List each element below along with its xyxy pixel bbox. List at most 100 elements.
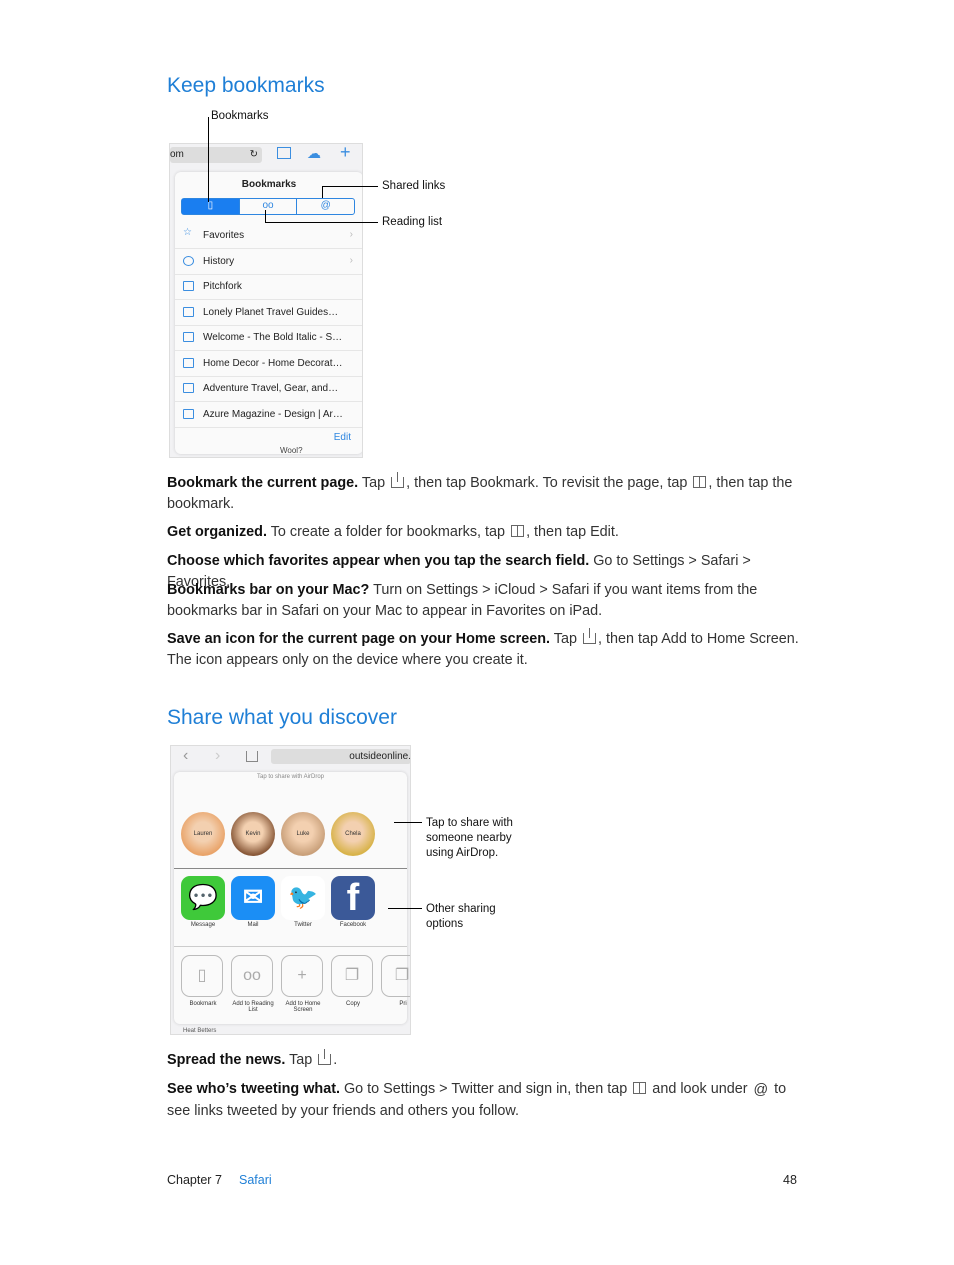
tab-shared-links[interactable]: @ [296,199,354,214]
action-label: Copy [345,1001,360,1007]
footer-section-link[interactable]: Safari [239,1173,272,1187]
action-button[interactable]: ▯ [181,955,223,997]
lead-text: Get organized. [167,524,267,540]
forward-icon: › [215,747,221,764]
bookmark-row[interactable]: Lonely Planet Travel Guides… [175,300,362,326]
chevron-right-icon: › [349,254,353,266]
facebook-app-icon[interactable]: f [331,876,375,920]
book-icon [183,357,194,368]
bookmark-label: Adventure Travel, Gear, and… [203,383,339,394]
paragraph: Spread the news. Tap . [167,1049,807,1071]
bookmark-label: Pitchfork [203,281,242,292]
bookmark-label: Favorites [203,230,245,241]
callout-line [265,210,266,222]
action-label: Bookmark [189,1001,217,1007]
share-icon [583,628,596,644]
cloud-icon: ☁ [307,145,321,161]
body-text: , then tap Edit. [526,524,619,540]
bookmark-row[interactable]: ☆ Favorites › [175,223,362,249]
callout-other-sharing: Other sharing options [426,903,496,930]
bookmark-row[interactable]: Welcome - The Bold Italic - S… [175,325,362,351]
share-icon [246,751,258,762]
person-name: Luke [296,831,310,837]
heading-keep-bookmarks: Keep bookmarks [167,74,325,97]
bookmark-label: Azure Magazine - Design | Ar… [203,408,343,420]
lead-text: Bookmark the current page. [167,475,359,491]
bookmark-row[interactable]: Home Decor - Home Decorat… [175,351,362,377]
divider [174,946,407,947]
reload-icon: ↻ [249,149,258,160]
share-screenshot: ‹ › outsideonline. Tap to share with Air… [170,745,411,1035]
paragraph: Bookmark the current page. Tap , then ta… [167,472,807,515]
lead-text: Spread the news. [167,1052,286,1068]
bookmark-label: Home Decor - Home Decorat… [203,357,343,369]
paragraph: Get organized. To create a folder for bo… [167,522,807,543]
heading-share: Share what you discover [167,706,397,729]
callout-line [394,822,422,823]
app-label: Facebook [339,922,367,928]
clock-icon [183,255,194,266]
book-icon [511,525,525,537]
book-icon [183,383,194,393]
action-button[interactable]: ❐ [331,955,373,997]
callout-line [265,222,378,223]
person-name: Lauren [193,831,213,837]
page: Keep bookmarks om ↻ ☁ + Bookmarks ▯ oo @ … [0,0,954,1265]
person-name: Chela [345,831,361,837]
airdrop-title: Tap to share with AirDrop [256,774,325,780]
callout-reading-list: Reading list [382,216,443,228]
star-icon: ☆ [183,227,192,238]
action-label: Pri [399,1001,407,1007]
body-text: . [333,1052,338,1068]
mail-app-icon[interactable]: ✉ [231,876,275,920]
plus-icon: + [340,143,351,162]
callout-airdrop: Tap to share with someone nearby using A… [426,817,513,859]
url-text: om [170,149,184,160]
action-button[interactable]: oo [231,955,273,997]
body-text: Tap [550,631,581,647]
book-icon [633,1082,647,1094]
edit-button[interactable]: Edit [334,432,351,443]
callout-line [388,908,422,909]
body-text: and look under [648,1081,752,1097]
body-text: Go to Settings > Twitter and sign in, th… [339,1081,632,1097]
action-button[interactable]: + [281,955,323,997]
book-icon [183,306,194,317]
background-text: Wool? [280,446,303,455]
bookmark-row[interactable]: Adventure Travel, Gear, and… [175,376,362,402]
app-label: Message [190,922,216,928]
book-icon [183,332,194,342]
lead-text: Bookmarks bar on your Mac? [167,582,370,598]
callout-line [322,186,323,198]
book-icon [693,476,707,488]
url-bar: outsideonline. [271,749,410,764]
paragraph: See who’s tweeting what. Go to Settings … [167,1079,807,1122]
tab-reading-list[interactable]: oo [238,199,297,214]
action-button[interactable]: ❐ [381,955,410,997]
share-icon [391,472,405,488]
body-text: To create a folder for bookmarks, tap [266,524,510,540]
app-label: Twitter [294,922,312,928]
bookmarks-screenshot: om ↻ ☁ + Bookmarks ▯ oo @ ☆ Favorites › Hist… [169,143,363,458]
background-text: Heat Betters [183,1028,217,1034]
chevron-right-icon: › [349,229,353,240]
bookmark-row[interactable]: Pitchfork [175,274,362,300]
tab-bookmarks[interactable]: ▯ [182,199,239,214]
divider [174,868,407,869]
app-label: Mail [247,922,259,928]
bookmark-row[interactable]: History › [175,249,362,275]
url-bar: om ↻ [170,147,262,163]
share-icon [318,1049,332,1065]
body-text: Tap [285,1052,317,1068]
bookmark-row[interactable]: Azure Magazine - Design | Ar… [175,402,362,428]
callout-shared-links: Shared links [382,180,446,192]
book-icon [277,147,291,159]
at-icon: @ [753,1082,769,1098]
popup-title: Bookmarks [241,179,297,190]
body-text: , then tap Bookmark. To revisit the page… [406,475,692,491]
callout-line [322,186,378,187]
twitter-app-icon[interactable]: 🐦 [281,876,325,920]
message-app-icon[interactable]: 💬 [181,876,225,920]
action-label: Add to Reading List [232,1001,274,1013]
bookmark-label: Welcome - The Bold Italic - S… [203,332,343,343]
